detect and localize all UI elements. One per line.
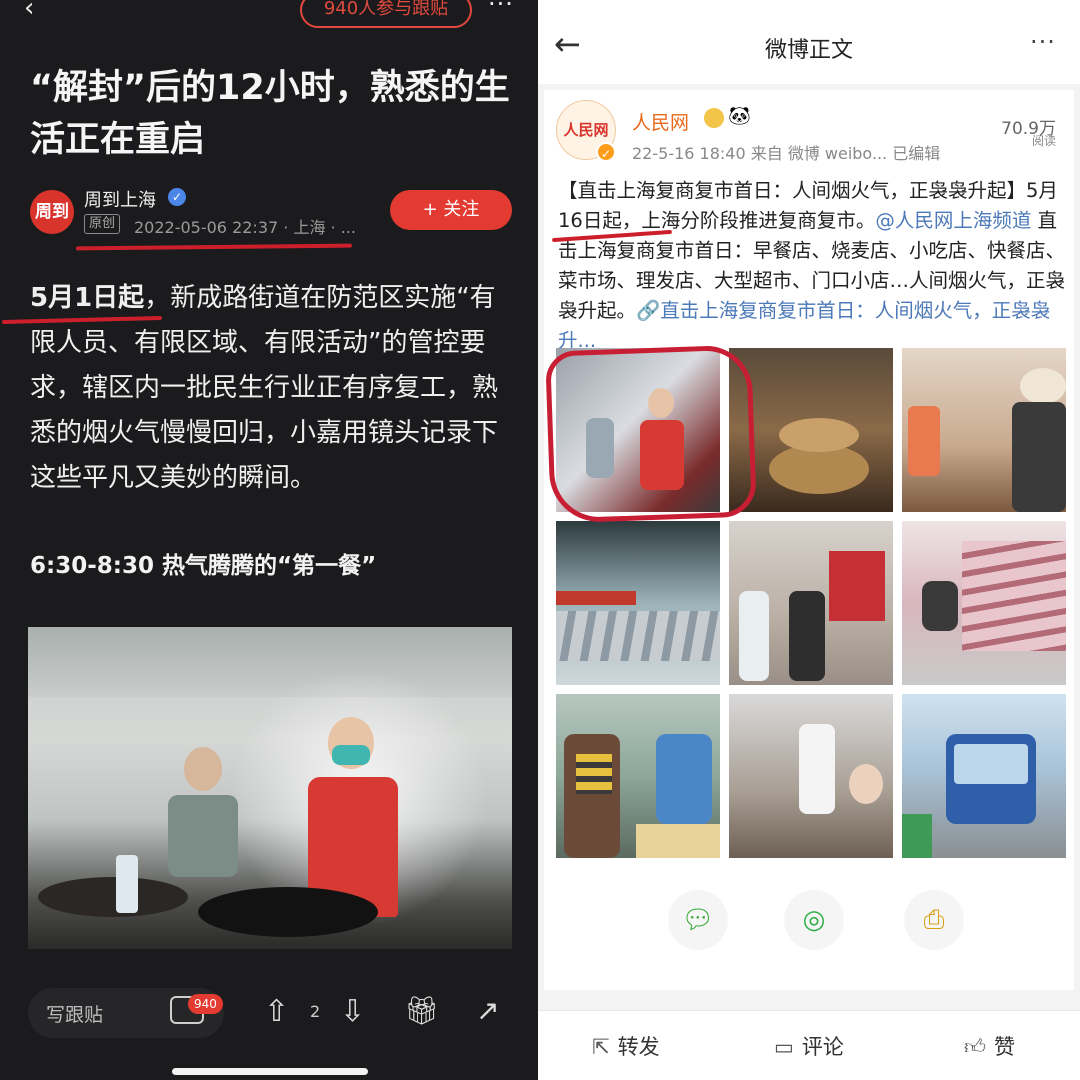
red-annotation-underline: [75, 243, 353, 251]
comment-label: 评论: [801, 1035, 844, 1059]
publish-meta: 2022-05-06 22:37 · 上海 · ...: [134, 218, 356, 237]
write-comment-label[interactable]: 写跟贴: [46, 1000, 103, 1027]
grid-image-snack-shop[interactable]: [902, 348, 1066, 512]
body-text: ，新成路街道在防范区实施“有限人员、有限区域、有限活动”的管控要求，辖区内一批民…: [30, 283, 499, 493]
photo-griddle: [38, 877, 188, 917]
photo-window-strip: [28, 627, 512, 697]
wechat-share-icon[interactable]: 💬︎: [668, 890, 728, 950]
gift-icon[interactable]: 🎁︎: [404, 994, 440, 1027]
medal-icon: [704, 108, 724, 128]
weibo-footer-bar: ⇱ 转发 ▭ 评论 👍︎ 赞: [538, 1010, 1080, 1080]
like-label: 赞: [993, 1035, 1015, 1059]
post-headline: 【直击上海复商复市首日：人间烟火气，正袅袅升起】: [558, 179, 1027, 202]
thumbs-up-icon: 👍︎: [964, 1035, 986, 1059]
comment-icon: ▭: [774, 1035, 794, 1059]
photo-cook: [298, 717, 408, 917]
photo-pan: [198, 887, 378, 937]
photo-worker: [168, 747, 238, 877]
author-row: 周到 周到上海 ✓ 原创 2022-05-06 22:37 · 上海 · ...…: [30, 186, 520, 242]
verified-badge-icon: ✓: [168, 188, 186, 206]
grid-image-butchery[interactable]: [729, 521, 893, 685]
red-annotation-circle: [545, 344, 757, 524]
weibo-post-card: 人民网 ✓ 人民网 🐼︎ 22-5-16 18:40 来自 微博 weibo..…: [544, 90, 1074, 990]
post-text: 【直击上海复商复市首日：人间烟火气，正袅袅升起】5月16日起，上海分阶段推进复商…: [558, 176, 1066, 356]
more-dots-icon[interactable]: ···: [1030, 28, 1056, 56]
article-title: “解封”后的12小时，熟悉的生活正在重启: [30, 68, 510, 160]
repost-label: 转发: [617, 1035, 660, 1059]
save-image-icon[interactable]: ⎙: [904, 890, 964, 950]
like-button[interactable]: 👍︎ 赞: [964, 1031, 1015, 1061]
arrow-down-icon[interactable]: ⇩: [340, 994, 365, 1029]
page-title: 微博正文: [764, 38, 853, 63]
author-name[interactable]: 周到上海: [84, 186, 156, 212]
weibo-header: ← 微博正文 ···: [538, 0, 1080, 84]
original-tag: 原创: [84, 214, 121, 234]
panda-icon: 🐼︎: [728, 106, 751, 127]
article-photo-breakfast-stall[interactable]: [28, 627, 512, 949]
follow-button[interactable]: + 关注: [390, 190, 512, 230]
repost-button[interactable]: ⇱ 转发: [592, 1031, 660, 1061]
comment-participation-pill[interactable]: 940人参与跟贴: [300, 0, 472, 28]
share-icon[interactable]: ↗: [476, 994, 499, 1027]
bottom-toolbar: 写跟贴 940 ⇧ 2 ⇩ 🎁︎ ↗: [0, 980, 538, 1050]
grid-image-bus[interactable]: [902, 694, 1066, 858]
more-dots-icon[interactable]: ···: [488, 0, 514, 18]
body-date-highlight: 5月1日起: [30, 283, 145, 313]
repost-icon: ⇱: [592, 1035, 610, 1059]
comment-count-badge: 940: [188, 994, 223, 1014]
account-name[interactable]: 人民网: [632, 108, 689, 135]
author-avatar[interactable]: 周到: [30, 190, 74, 234]
top-bar: ‹ 940人参与跟贴 ···: [0, 0, 538, 30]
grid-image-supermarket[interactable]: [902, 521, 1066, 685]
weibo-app-panel: ← 微博正文 ··· 人民网 ✓ 人民网 🐼︎ 22-5-16 18:40 来自…: [538, 0, 1080, 1080]
photo-bottle: [116, 855, 138, 913]
arrow-up-icon[interactable]: ⇧: [264, 994, 289, 1029]
moments-share-icon[interactable]: ◎: [784, 890, 844, 950]
grid-image-vegetable-market[interactable]: [556, 694, 720, 858]
mention-link[interactable]: @人民网上海频道: [875, 209, 1031, 232]
post-line2: ，上海分阶段推进复商复市。: [621, 209, 876, 232]
verified-badge-icon: ✓: [596, 142, 616, 162]
home-indicator: [172, 1068, 368, 1075]
read-count-label: 阅读: [1031, 134, 1056, 148]
grid-image-barbershop[interactable]: [729, 694, 893, 858]
news-app-panel: ‹ 940人参与跟贴 ··· “解封”后的12小时，熟悉的生活正在重启 周到 周…: [0, 0, 538, 1080]
back-arrow-icon[interactable]: ‹: [24, 0, 48, 21]
article-body: 5月1日起，新成路街道在防范区实施“有限人员、有限区域、有限活动”的管控要求，辖…: [30, 276, 518, 501]
upvote-count: 2: [310, 1002, 321, 1021]
post-meta: 22-5-16 18:40 来自 微博 weibo... 已编辑: [632, 144, 941, 163]
grid-image-fish-market[interactable]: [556, 521, 720, 685]
section-heading: 6:30-8:30 热气腾腾的“第一餐”: [30, 553, 377, 579]
share-actions-row: 💬︎ ◎ ⎙: [544, 890, 1074, 960]
comment-button[interactable]: ▭ 评论: [774, 1031, 844, 1061]
